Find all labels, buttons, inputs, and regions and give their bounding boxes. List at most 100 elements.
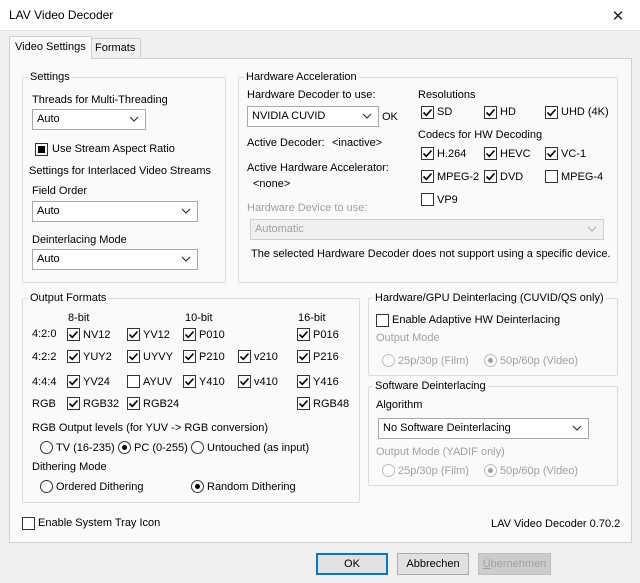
hw-decoder-select[interactable]: NVIDIA CUVID <box>247 106 379 127</box>
fmt-rgb24-checkbox[interactable] <box>127 397 140 410</box>
fmt-yv24-label: YV24 <box>83 376 110 388</box>
adaptive-hw-deint-checkbox[interactable] <box>376 314 389 327</box>
check-icon <box>422 108 433 117</box>
check-icon <box>298 399 309 408</box>
sw-algorithm-select[interactable]: No Software Deinterlacing <box>378 418 589 439</box>
codec-vc1-label: VC-1 <box>561 148 587 160</box>
fmt-v410-label: v410 <box>254 376 278 388</box>
deint-mode-select[interactable]: Auto <box>32 249 198 270</box>
codec-h264-checkbox[interactable] <box>421 147 434 160</box>
fmt-p010-label: P010 <box>199 329 225 341</box>
levels-tv-radio[interactable] <box>40 441 53 454</box>
check-icon <box>68 330 79 339</box>
hw-mode-video-radio[interactable] <box>484 354 497 367</box>
codec-vp9-checkbox[interactable] <box>421 193 434 206</box>
res-hd-checkbox[interactable] <box>484 106 497 119</box>
tab-formats[interactable]: Formats <box>89 38 142 59</box>
check-icon <box>239 352 250 361</box>
fmt-rgb32-label: RGB32 <box>83 398 120 410</box>
check-icon <box>422 149 433 158</box>
window-title: LAV Video Decoder <box>9 8 114 22</box>
sw-mode-film-radio[interactable] <box>382 464 395 477</box>
res-sd-checkbox[interactable] <box>421 106 434 119</box>
cancel-button[interactable]: Abbrechen <box>397 553 469 575</box>
fmt-ayuv-checkbox[interactable] <box>127 375 140 388</box>
version-label: LAV Video Decoder 0.70.2 <box>491 518 621 530</box>
adaptive-hw-deint-label: Enable Adaptive HW Deinterlacing <box>392 314 561 326</box>
res-uhd-label: UHD (4K) <box>561 106 609 118</box>
fmt-p216-checkbox[interactable] <box>297 350 310 363</box>
interlaced-label: Settings for Interlaced Video Streams <box>29 165 212 177</box>
fmt-yv24-checkbox[interactable] <box>67 375 80 388</box>
fmt-ayuv-label: AYUV <box>143 376 173 388</box>
dither-ordered-radio[interactable] <box>40 480 53 493</box>
fmt-y416-checkbox[interactable] <box>297 375 310 388</box>
check-icon <box>128 352 139 361</box>
dither-random-radio[interactable] <box>191 480 204 493</box>
hw-device-select[interactable]: Automatic <box>250 219 604 240</box>
row-rgb-label: RGB <box>32 398 56 410</box>
hw-device-label: Hardware Device to use: <box>247 202 368 214</box>
sw-mode-video-radio[interactable] <box>484 464 497 477</box>
ok-button[interactable]: OK <box>316 553 388 575</box>
res-sd-label: SD <box>437 106 453 118</box>
fmt-rgb32-checkbox[interactable] <box>67 397 80 410</box>
codec-mpeg2-checkbox[interactable] <box>421 170 434 183</box>
fmt-yuy2-checkbox[interactable] <box>67 350 80 363</box>
chevron-down-icon <box>181 208 191 214</box>
fmt-p016-checkbox[interactable] <box>297 328 310 341</box>
levels-untouched-label: Untouched (as input) <box>207 442 310 454</box>
fmt-nv12-label: NV12 <box>83 329 111 341</box>
apply-button[interactable]: Übernehmen <box>478 553 551 575</box>
fmt-rgb48-checkbox[interactable] <box>297 397 310 410</box>
check-icon <box>68 352 79 361</box>
hw-decoder-status: OK <box>382 111 398 123</box>
system-tray-checkbox[interactable] <box>22 517 35 530</box>
hw-mode-video-label: 50p/60p (Video) <box>500 355 579 367</box>
check-icon <box>68 399 79 408</box>
active-decoder-value: <inactive> <box>332 137 383 149</box>
codecs-label: Codecs for HW Decoding <box>418 129 543 141</box>
settings-legend: Settings <box>28 71 72 83</box>
field-order-label: Field Order <box>32 185 88 197</box>
fmt-y410-checkbox[interactable] <box>183 375 196 388</box>
fmt-v210-checkbox[interactable] <box>238 350 251 363</box>
dither-ordered-label: Ordered Dithering <box>56 481 144 493</box>
fmt-p010-checkbox[interactable] <box>183 328 196 341</box>
stream-aspect-checkbox[interactable] <box>35 143 48 156</box>
tab-video-settings[interactable]: Video Settings <box>9 36 92 59</box>
check-icon <box>546 108 557 117</box>
codec-mpeg4-checkbox[interactable] <box>545 170 558 183</box>
row-422-label: 4:2:2 <box>32 351 57 363</box>
check-icon <box>546 149 557 158</box>
chevron-down-icon <box>181 256 191 262</box>
fmt-p210-checkbox[interactable] <box>183 350 196 363</box>
codec-dvd-checkbox[interactable] <box>484 170 497 183</box>
hw-mode-film-radio[interactable] <box>382 354 395 367</box>
fmt-uyvy-label: UYVY <box>143 351 173 363</box>
levels-untouched-radio[interactable] <box>191 441 204 454</box>
check-icon <box>128 399 139 408</box>
threads-select[interactable]: Auto <box>32 109 146 130</box>
codec-hevc-checkbox[interactable] <box>484 147 497 160</box>
active-accel-value: <none> <box>253 178 291 190</box>
fmt-nv12-checkbox[interactable] <box>67 328 80 341</box>
hw-decoder-label: Hardware Decoder to use: <box>247 89 376 101</box>
col-10bit-header: 10-bit <box>185 312 213 324</box>
fmt-yuy2-label: YUY2 <box>83 351 112 363</box>
field-order-select[interactable]: Auto <box>32 201 198 222</box>
col-8bit-header: 8-bit <box>68 312 90 324</box>
res-uhd-checkbox[interactable] <box>545 106 558 119</box>
close-button[interactable]: ✕ <box>596 0 640 31</box>
fmt-v410-checkbox[interactable] <box>238 375 251 388</box>
check-icon <box>298 330 309 339</box>
chevron-down-icon <box>362 113 372 119</box>
codec-vc1-checkbox[interactable] <box>545 147 558 160</box>
levels-pc-radio[interactable] <box>118 441 131 454</box>
hw-device-note: The selected Hardware Decoder does not s… <box>251 248 611 260</box>
check-icon <box>485 149 496 158</box>
hw-accel-legend: Hardware Acceleration <box>244 71 359 83</box>
fmt-yv12-checkbox[interactable] <box>127 328 140 341</box>
fmt-uyvy-checkbox[interactable] <box>127 350 140 363</box>
hw-mode-film-label: 25p/30p (Film) <box>398 355 469 367</box>
